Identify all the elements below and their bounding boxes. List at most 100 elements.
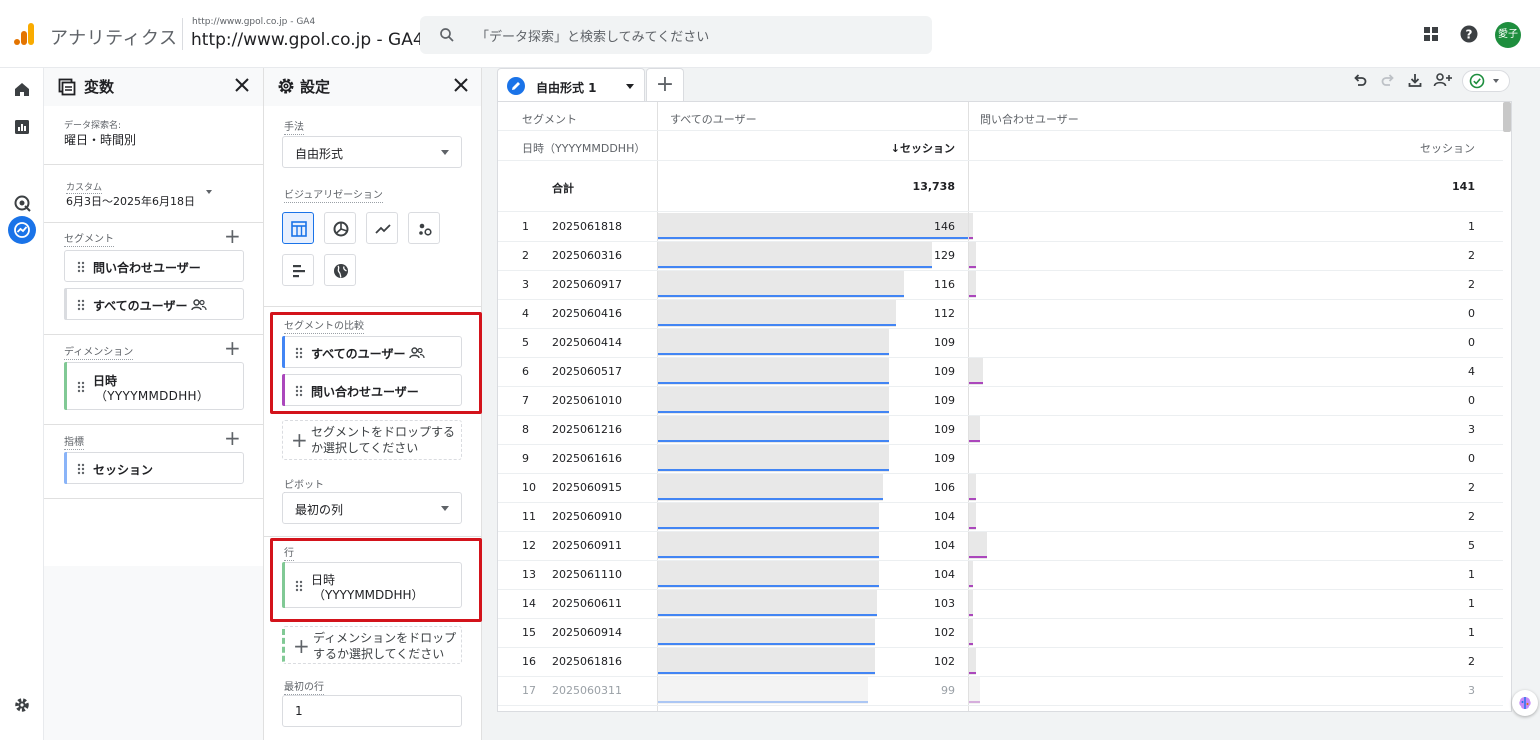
- dimension-header[interactable]: 日時（YYYYMMDDHH）: [522, 140, 645, 156]
- advertising-icon[interactable]: [9, 190, 35, 216]
- tab-freeform-1[interactable]: 自由形式 1: [497, 68, 645, 102]
- close-icon[interactable]: [234, 77, 250, 93]
- table-row[interactable]: [498, 647, 1503, 676]
- col-segment-inquiry: 問い合わせユーザー: [980, 113, 1079, 126]
- quality-status-button[interactable]: [1462, 70, 1510, 92]
- col-metric-sessions[interactable]: セッション: [1398, 140, 1475, 156]
- property-name[interactable]: http://www.gpol.co.jp - GA4: [191, 30, 424, 50]
- technique-select[interactable]: 自由形式: [282, 136, 462, 168]
- download-icon[interactable]: [1407, 72, 1423, 88]
- drag-handle-icon[interactable]: [77, 381, 85, 393]
- table-row[interactable]: [498, 676, 1503, 705]
- close-icon[interactable]: [453, 77, 469, 93]
- help-icon[interactable]: ?: [1460, 25, 1478, 43]
- divider: [498, 705, 1503, 706]
- exploration-name-label: データ探索名:: [64, 121, 122, 131]
- pivot-select[interactable]: 最初の列: [282, 492, 462, 524]
- top-bar: アナリティクス http://www.gpol.co.jp - GA4 http…: [0, 0, 1540, 68]
- date-range[interactable]: 6月3日～2025年6月18日: [66, 193, 195, 209]
- viz-bar-button[interactable]: [282, 254, 314, 286]
- dimension-drop-zone[interactable]: + ディメンションをドロップ するか選択してください: [282, 626, 462, 664]
- table-row[interactable]: [498, 531, 1503, 560]
- exploration-name[interactable]: 曜日・時間別: [64, 131, 136, 148]
- table-row[interactable]: [498, 299, 1503, 328]
- bar-fill-inquiry: [969, 416, 980, 443]
- bar-fill-inquiry: [969, 648, 976, 675]
- bar-line-all-users: [658, 411, 889, 413]
- row-sessions-inquiry: 3: [1468, 423, 1475, 436]
- assistant-button[interactable]: [1512, 690, 1538, 716]
- redo-icon[interactable]: [1380, 72, 1396, 88]
- dimension-chip-datetime[interactable]: 日時 （YYYYMMDDHH）: [64, 362, 244, 410]
- table-row[interactable]: [498, 241, 1503, 270]
- table-row[interactable]: [498, 618, 1503, 647]
- chevron-down-icon[interactable]: [206, 190, 212, 194]
- apps-grid-icon[interactable]: [1423, 26, 1439, 42]
- first-row-value[interactable]: 1: [295, 704, 303, 718]
- share-add-user-icon[interactable]: [1433, 72, 1453, 88]
- analytics-logo-icon[interactable]: [12, 22, 36, 46]
- add-tab-button[interactable]: +: [646, 68, 684, 102]
- divider: [264, 306, 481, 307]
- table-row[interactable]: [498, 560, 1503, 589]
- chevron-down-icon[interactable]: [626, 84, 634, 89]
- table-row[interactable]: [498, 212, 1503, 241]
- search-bar[interactable]: 「データ探索」と検索してみてください: [420, 16, 932, 54]
- bar-line-inquiry: [969, 556, 987, 558]
- segment-chip-all-users[interactable]: すべてのユーザー: [64, 288, 244, 320]
- table-row[interactable]: [498, 444, 1503, 473]
- row-sessions-all-users: 109: [934, 452, 955, 465]
- drag-handle-icon[interactable]: [77, 463, 85, 475]
- table-row[interactable]: [498, 589, 1503, 618]
- divider: [44, 164, 263, 165]
- col-metric-sessions-sorted[interactable]: ↓セッション: [878, 140, 955, 156]
- row-index: 15: [522, 626, 536, 639]
- drag-handle-icon[interactable]: [77, 299, 85, 311]
- table-row[interactable]: [498, 270, 1503, 299]
- row-sessions-inquiry: 3: [1468, 684, 1475, 697]
- row-index: 9: [522, 452, 529, 465]
- viz-table-button[interactable]: [282, 212, 314, 244]
- first-row-input[interactable]: 1: [282, 695, 462, 727]
- scatter-plot-icon: [419, 223, 432, 236]
- row-sessions-all-users: 146: [934, 220, 955, 233]
- viz-donut-button[interactable]: [324, 212, 356, 244]
- divider: [44, 334, 263, 335]
- add-segment-button[interactable]: +: [224, 226, 241, 246]
- avatar[interactable]: 愛子: [1495, 22, 1521, 48]
- table-row[interactable]: [498, 415, 1503, 444]
- table-row[interactable]: [498, 357, 1503, 386]
- viz-scatter-button[interactable]: [408, 212, 440, 244]
- scrollbar-thumb[interactable]: [1503, 102, 1511, 132]
- table-row[interactable]: [498, 502, 1503, 531]
- admin-gear-icon[interactable]: [9, 692, 35, 718]
- row-sessions-all-users: 116: [934, 278, 955, 291]
- add-dimension-button[interactable]: +: [224, 338, 241, 358]
- divider: [498, 160, 1503, 161]
- divider: [44, 424, 263, 425]
- segment-drop-zone[interactable]: + セグメントをドロップする か選択してください: [282, 420, 462, 460]
- row-datetime: 2025060911: [552, 539, 622, 552]
- property-account[interactable]: http://www.gpol.co.jp - GA4: [192, 17, 315, 27]
- home-icon[interactable]: [9, 76, 35, 102]
- explore-nav-active[interactable]: [8, 216, 36, 244]
- pivot-label: ピボット: [284, 476, 324, 493]
- bar-line-all-users: [658, 585, 879, 587]
- reports-icon[interactable]: [9, 114, 35, 140]
- viz-geo-button[interactable]: [324, 254, 356, 286]
- table-row[interactable]: [498, 386, 1503, 415]
- table-row[interactable]: [498, 473, 1503, 502]
- table-row[interactable]: [498, 328, 1503, 357]
- bar-line-all-users: [658, 643, 875, 645]
- viz-line-button[interactable]: [366, 212, 398, 244]
- undo-icon[interactable]: [1352, 72, 1368, 88]
- row-sessions-all-users: 112: [934, 307, 955, 320]
- technique-label: 手法: [284, 118, 304, 135]
- drag-handle-icon[interactable]: [77, 261, 85, 273]
- metric-chip-sessions[interactable]: セッション: [64, 452, 244, 484]
- divider: [182, 18, 183, 50]
- search-placeholder[interactable]: 「データ探索」と検索してみてください: [476, 26, 709, 45]
- segment-chip-inquiry[interactable]: 問い合わせユーザー: [64, 250, 244, 282]
- bar-fill-all-users: [658, 648, 875, 675]
- add-metric-button[interactable]: +: [224, 428, 241, 448]
